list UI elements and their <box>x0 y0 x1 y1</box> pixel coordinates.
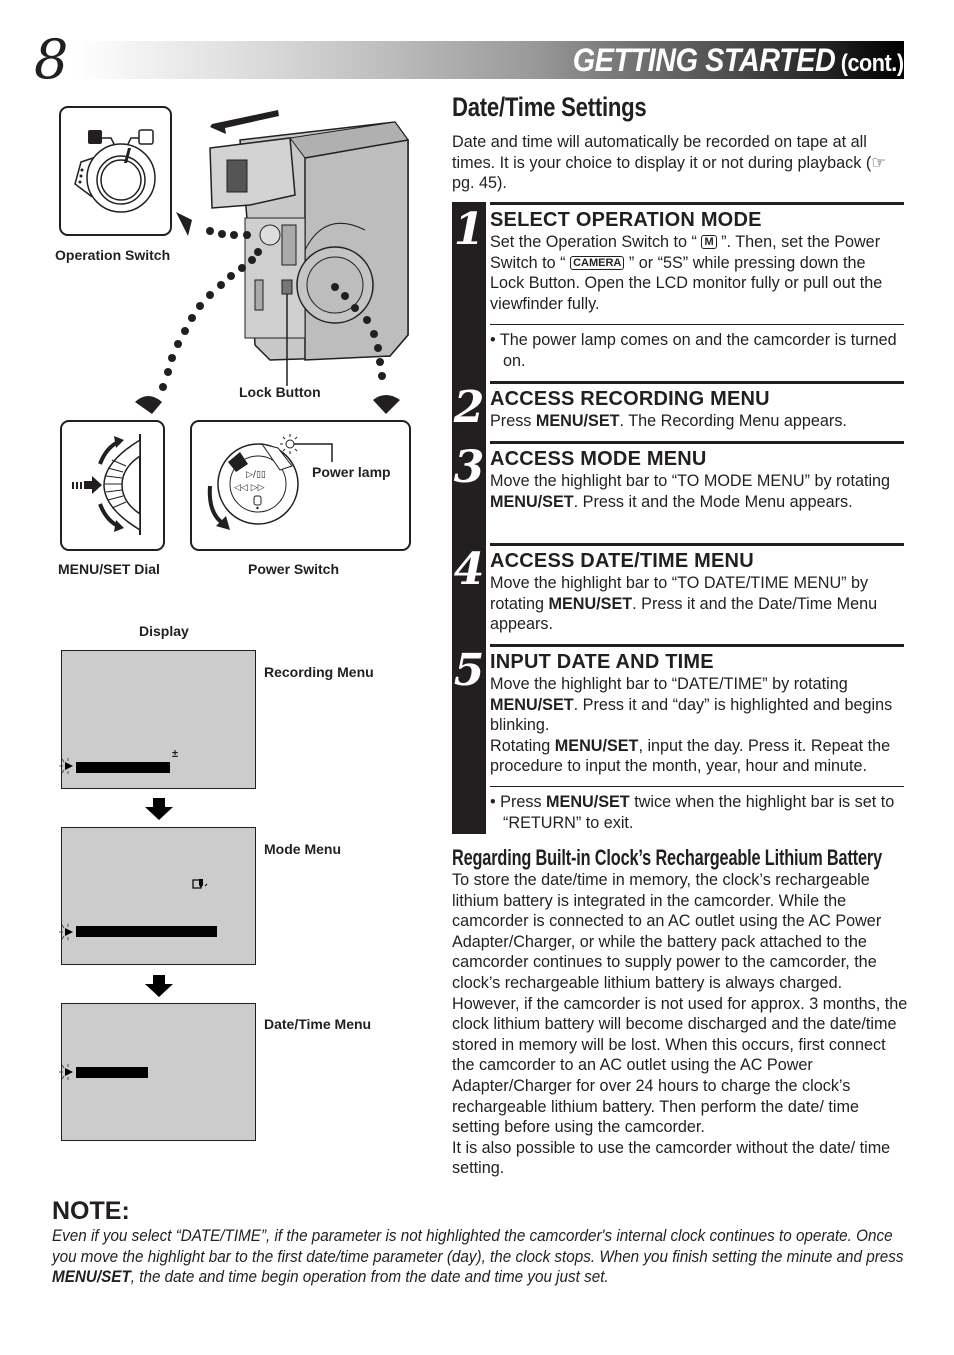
step-text: Set the Operation Switch to “ M ”. Then,… <box>490 232 904 314</box>
camcorder-illustration <box>135 110 409 414</box>
blinking-cursor-icon <box>59 758 73 774</box>
step-number: 4 <box>453 544 485 595</box>
screen-caption: Mode Menu <box>264 841 341 857</box>
text-fragment: Press <box>490 412 536 430</box>
blinking-cursor-icon <box>59 1064 73 1080</box>
step-divider <box>490 543 904 546</box>
highlight-bar <box>76 926 217 937</box>
text-fragment: , the date and time begin operation from… <box>130 1268 609 1287</box>
text-fragment: Even if you select “DATE/TIME”, if the p… <box>52 1227 904 1266</box>
pull-arrow-icon <box>210 110 279 134</box>
step-bullet: • The power lamp comes on and the camcor… <box>490 331 897 370</box>
step-bullet: • Press MENU/SET twice when the highligh… <box>490 792 904 833</box>
menu-set-term: MENU/SET <box>548 594 633 613</box>
intro-text: Date and time will automatically be reco… <box>452 133 872 172</box>
step-subdivider <box>490 324 904 325</box>
steps-side-bar <box>452 202 486 834</box>
step-divider <box>490 644 904 647</box>
menu-set-term: MENU/SET <box>535 412 620 430</box>
step-number: 2 <box>453 382 485 433</box>
svg-text:◁◁ ▷▷: ◁◁ ▷▷ <box>234 483 265 493</box>
screen-caption: Recording Menu <box>264 664 374 680</box>
date-time-menu-screen <box>59 1003 256 1141</box>
down-arrow-icon <box>145 798 173 820</box>
mode-icon <box>192 879 208 889</box>
step-text: Move the highlight bar to “DATE/TIME” by… <box>490 674 904 777</box>
chapter-title-suffix: (cont.) <box>841 50 904 77</box>
camera-mode-badge: CAMERA <box>570 255 625 270</box>
menu-set-term: MENU/SET <box>52 1268 131 1287</box>
section-title: Date/Time Settings <box>452 92 647 122</box>
power-switch-caption: Power Switch <box>248 561 340 577</box>
menu-set-term: MENU/SET <box>490 695 574 714</box>
power-switch-icon: ▷/▯▯ ◁◁ ▷▷ <box>207 434 333 530</box>
chapter-title: GETTING STARTED (cont.) <box>573 40 904 84</box>
step-divider <box>490 202 904 205</box>
menu-set-dial-icon <box>72 434 141 535</box>
battery-section-text: To store the date/time in memory, the cl… <box>452 870 908 1179</box>
highlight-bar <box>76 762 170 773</box>
power-switch-illustration: ▷/▯▯ ◁◁ ▷▷ <box>190 420 411 551</box>
manual-mode-badge: M <box>701 235 717 249</box>
step-heading: INPUT DATE AND TIME <box>490 651 714 673</box>
mode-menu-screen <box>59 827 256 965</box>
power-lamp-caption: Power lamp <box>312 464 391 480</box>
step-divider <box>490 381 904 384</box>
page-number: 8 <box>34 28 69 91</box>
step-subdivider <box>490 786 904 787</box>
menu-set-dial-caption: MENU/SET Dial <box>58 561 160 577</box>
menu-set-dial-illustration <box>60 420 165 551</box>
text-fragment: Rotating <box>490 736 555 755</box>
text-fragment: • Press <box>490 793 547 811</box>
text-fragment: . The Recording Menu appears. <box>619 412 847 430</box>
down-arrow-icon <box>145 975 173 997</box>
highlight-bar <box>76 1067 148 1078</box>
chapter-title-text: GETTING STARTED <box>573 42 836 78</box>
svg-text:▷/▯▯: ▷/▯▯ <box>246 470 266 480</box>
step-text: Press MENU/SET. The Recording Menu appea… <box>490 411 904 432</box>
menu-set-term: MENU/SET <box>554 736 639 755</box>
blinking-cursor-icon <box>59 924 73 940</box>
section-intro: Date and time will automatically be reco… <box>452 132 902 194</box>
step-divider <box>490 441 904 444</box>
battery-paragraph: It is also possible to use the camcorder… <box>452 1138 891 1178</box>
step-number: 5 <box>453 645 485 696</box>
recording-menu-screen: ± <box>59 650 256 789</box>
reference-hand-icon: ☞ <box>871 153 886 172</box>
step-number: 1 <box>453 204 485 255</box>
screen-caption: Date/Time Menu <box>264 1016 372 1032</box>
plus-minus-indicator: ± <box>172 748 179 760</box>
note-text: Even if you select “DATE/TIME”, if the p… <box>52 1226 912 1288</box>
step-heading: ACCESS DATE/TIME MENU <box>490 550 754 572</box>
step-text: Move the highlight bar to “TO MODE MENU”… <box>490 471 904 512</box>
text-fragment: . Press it and the Mode Menu appears. <box>573 492 853 511</box>
menu-set-term: MENU/SET <box>490 492 574 511</box>
text-fragment: Move the highlight bar to “DATE/TIME” by… <box>490 675 848 693</box>
intro-page-ref: pg. 45). <box>452 174 507 193</box>
step-number: 3 <box>453 442 485 493</box>
menu-set-term: MENU/SET <box>546 793 630 811</box>
step-text: Move the highlight bar to “TO DATE/TIME … <box>490 573 904 635</box>
note-title: NOTE: <box>52 1197 130 1225</box>
lock-button-caption: Lock Button <box>239 384 321 400</box>
display-caption: Display <box>139 623 189 639</box>
battery-section-title: Regarding Built-in Clock’s Rechargeable … <box>452 845 882 870</box>
text-fragment: Move the highlight bar to “TO MODE MENU”… <box>490 472 891 490</box>
step-heading: ACCESS RECORDING MENU <box>490 388 770 410</box>
text-fragment: Set the Operation Switch to “ <box>490 233 702 251</box>
battery-paragraph: To store the date/time in memory, the cl… <box>452 871 908 1137</box>
step-heading: SELECT OPERATION MODE <box>490 209 762 231</box>
step-heading: ACCESS MODE MENU <box>490 448 707 470</box>
